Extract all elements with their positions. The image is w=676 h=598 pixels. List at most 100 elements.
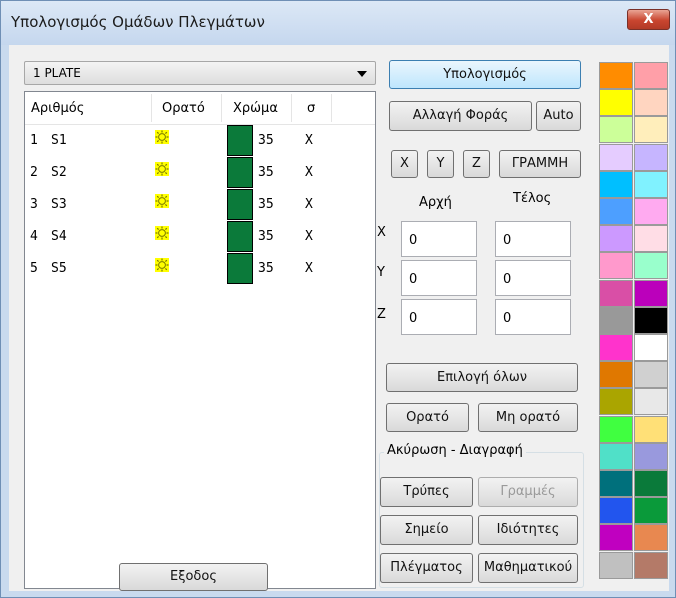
x-end-field[interactable]: 0 [495, 221, 571, 257]
palette-swatch[interactable] [634, 170, 668, 198]
table-row[interactable]: 4 S4 35 X [25, 221, 375, 253]
palette-swatch[interactable] [634, 470, 668, 497]
close-button[interactable]: X [627, 9, 670, 30]
mesh-button[interactable]: Πλέγματος [380, 553, 473, 583]
mathematical-button[interactable]: Μαθηματικού [478, 553, 578, 583]
z-axis-button[interactable]: Z [463, 150, 490, 178]
palette-swatch[interactable] [634, 89, 668, 117]
table-row[interactable]: 1 S1 35 X [25, 125, 375, 157]
y-start-field[interactable]: 0 [401, 260, 477, 296]
table-row[interactable]: 3 S3 35 X [25, 189, 375, 221]
visible-light-icon[interactable] [155, 258, 169, 272]
palette-swatch[interactable] [599, 334, 633, 361]
row-color-swatch[interactable] [227, 253, 253, 284]
row-color-swatch[interactable] [227, 157, 253, 188]
palette-swatch[interactable] [599, 442, 633, 470]
palette-swatch[interactable] [634, 143, 668, 171]
header-color[interactable]: Χρώμα [233, 101, 278, 116]
dialog-client-area: 1 PLATE Αριθμός Ορατό Χρώμα σ 1 S1 35 X 2 S2 3… [9, 45, 669, 591]
palette-swatch[interactable] [634, 415, 668, 443]
exit-button[interactable]: Εξοδος [119, 563, 268, 591]
palette-swatch[interactable] [599, 170, 633, 198]
palette-swatch[interactable] [634, 388, 668, 416]
palette-swatch[interactable] [634, 524, 668, 552]
z-end-field[interactable]: 0 [495, 299, 571, 335]
palette-swatch[interactable] [634, 442, 668, 470]
header-divider[interactable] [151, 94, 152, 122]
palette-swatch[interactable] [599, 388, 633, 416]
lines-button[interactable]: Γραμμές [478, 477, 578, 507]
not-visible-button[interactable]: Μη ορατό [478, 403, 578, 432]
select-all-button[interactable]: Επιλογή όλων [386, 363, 578, 392]
visible-light-icon[interactable] [155, 130, 169, 144]
header-number[interactable]: Αριθμός [31, 101, 84, 116]
palette-swatch[interactable] [634, 334, 668, 361]
end-column-label: Τέλος [513, 191, 552, 206]
header-divider[interactable] [291, 94, 292, 122]
palette-swatch[interactable] [599, 470, 633, 497]
cancel-delete-group-title: Ακύρωση - Διαγραφή [384, 443, 526, 458]
palette-swatch[interactable] [634, 306, 668, 334]
chevron-down-icon[interactable] [357, 71, 367, 77]
visible-button[interactable]: Ορατό [386, 403, 469, 432]
palette-swatch[interactable] [599, 252, 633, 280]
palette-swatch[interactable] [634, 497, 668, 525]
row-color-swatch[interactable] [227, 125, 253, 156]
row-color-swatch[interactable] [227, 221, 253, 252]
row-number: 2 [30, 165, 38, 180]
header-divider[interactable] [221, 94, 222, 122]
calculate-button[interactable]: Υπολογισμός [389, 60, 581, 89]
row-number: 4 [30, 229, 38, 244]
palette-swatch[interactable] [599, 279, 633, 307]
row-sigma: X [305, 229, 313, 244]
y-end-field[interactable]: 0 [495, 260, 571, 296]
line-button[interactable]: ΓΡΑΜΜΗ [499, 150, 581, 178]
header-divider[interactable] [331, 94, 332, 122]
palette-swatch[interactable] [634, 361, 668, 389]
palette-swatch[interactable] [599, 116, 633, 144]
row-value: 35 [258, 229, 274, 244]
x-axis-button[interactable]: X [391, 150, 418, 178]
header-sigma[interactable]: σ [307, 101, 315, 116]
palette-swatch[interactable] [599, 497, 633, 525]
plate-dropdown[interactable]: 1 PLATE [24, 61, 376, 85]
x-start-field[interactable]: 0 [401, 221, 477, 257]
palette-swatch[interactable] [599, 62, 633, 89]
palette-swatch[interactable] [599, 143, 633, 171]
palette-swatch[interactable] [634, 198, 668, 225]
visible-light-icon[interactable] [155, 226, 169, 240]
visible-light-icon[interactable] [155, 162, 169, 176]
palette-swatch[interactable] [634, 252, 668, 280]
palette-swatch[interactable] [599, 524, 633, 552]
palette-swatch[interactable] [634, 62, 668, 89]
title-bar[interactable]: Υπολογισμός Ομάδων Πλεγμάτων X [1, 1, 675, 45]
palette-swatch[interactable] [634, 279, 668, 307]
table-row[interactable]: 2 S2 35 X [25, 157, 375, 189]
palette-swatch[interactable] [634, 116, 668, 144]
palette-swatch[interactable] [634, 225, 668, 253]
palette-swatch[interactable] [634, 551, 668, 579]
change-direction-button[interactable]: Αλλαγή Φοράς [389, 101, 532, 131]
palette-swatch[interactable] [599, 198, 633, 225]
palette-swatch[interactable] [599, 551, 633, 579]
x-row-label: X [377, 225, 386, 240]
palette-swatch[interactable] [599, 415, 633, 443]
header-visible[interactable]: Ορατό [162, 101, 205, 116]
row-color-swatch[interactable] [227, 189, 253, 220]
visible-light-icon[interactable] [155, 194, 169, 208]
palette-swatch[interactable] [599, 89, 633, 117]
holes-button[interactable]: Τρύπες [380, 477, 473, 507]
palette-swatch[interactable] [599, 225, 633, 253]
auto-button[interactable]: Auto [536, 101, 581, 131]
palette-swatch[interactable] [599, 361, 633, 389]
table-row[interactable]: 5 S5 35 X [25, 253, 375, 285]
z-start-field[interactable]: 0 [401, 299, 477, 335]
mesh-group-list[interactable]: Αριθμός Ορατό Χρώμα σ 1 S1 35 X 2 S2 35 X 3 S3 35 X… [24, 91, 376, 589]
y-axis-button[interactable]: Y [427, 150, 454, 178]
row-value: 35 [258, 133, 274, 148]
properties-button[interactable]: Ιδιότητες [478, 515, 578, 545]
row-sigma: X [305, 197, 313, 212]
palette-swatch[interactable] [599, 306, 633, 334]
point-button[interactable]: Σημείο [380, 515, 473, 545]
row-number: 3 [30, 197, 38, 212]
